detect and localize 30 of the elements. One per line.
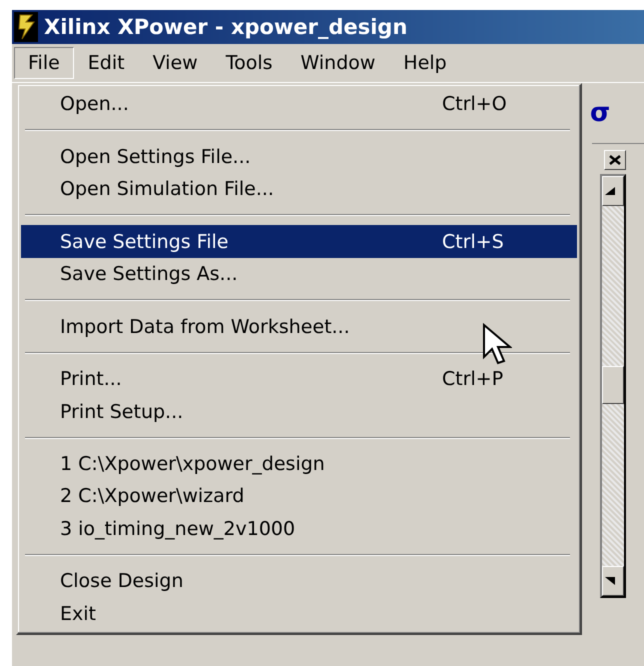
triangle-icon: [605, 187, 615, 195]
mouse-pointer-icon: [482, 323, 512, 367]
menu-item[interactable]: 2 C:\Xpower\wizard: [21, 480, 577, 513]
menu-item[interactable]: Edit: [74, 47, 139, 79]
menu-item[interactable]: Exit: [21, 598, 577, 630]
menu-item[interactable]: Open Simulation File...: [21, 172, 577, 206]
close-button[interactable]: [604, 150, 626, 170]
menu-item[interactable]: Close Design: [21, 565, 577, 598]
menu-item[interactable]: 1 C:\Xpower\xpower_design: [21, 448, 577, 480]
menu-item[interactable]: Print Setup...: [21, 395, 577, 428]
menu-item[interactable]: Open... Ctrl+O: [21, 88, 577, 120]
menu-item[interactable]: Save Settings File Ctrl+S: [21, 225, 577, 258]
scrollbar[interactable]: [600, 174, 626, 598]
menu-item[interactable]: Print... Ctrl+P: [21, 362, 577, 396]
scroll-down-button[interactable]: [602, 566, 624, 596]
scroll-up-button[interactable]: [602, 176, 624, 206]
menu-item[interactable]: Import Data from Worksheet...: [21, 310, 577, 343]
menu-item[interactable]: Tools: [212, 47, 286, 79]
menu-item[interactable]: 3 io_timing_new_2v1000: [21, 512, 577, 546]
menu-item[interactable]: Open Settings File...: [21, 140, 577, 173]
menu-item[interactable]: Window: [286, 47, 390, 79]
scroll-thumb[interactable]: [602, 366, 624, 404]
menu-item[interactable]: View: [138, 47, 212, 79]
menu-item[interactable]: File: [14, 47, 74, 79]
close-icon: [609, 155, 621, 165]
toolbar-glyph[interactable]: σ: [590, 98, 610, 128]
menu-item[interactable]: Save Settings As...: [21, 258, 577, 290]
menu-item[interactable]: Help: [389, 47, 461, 79]
window-title: Xilinx XPower - xpower_design: [44, 15, 408, 39]
triangle-icon: [605, 577, 615, 585]
